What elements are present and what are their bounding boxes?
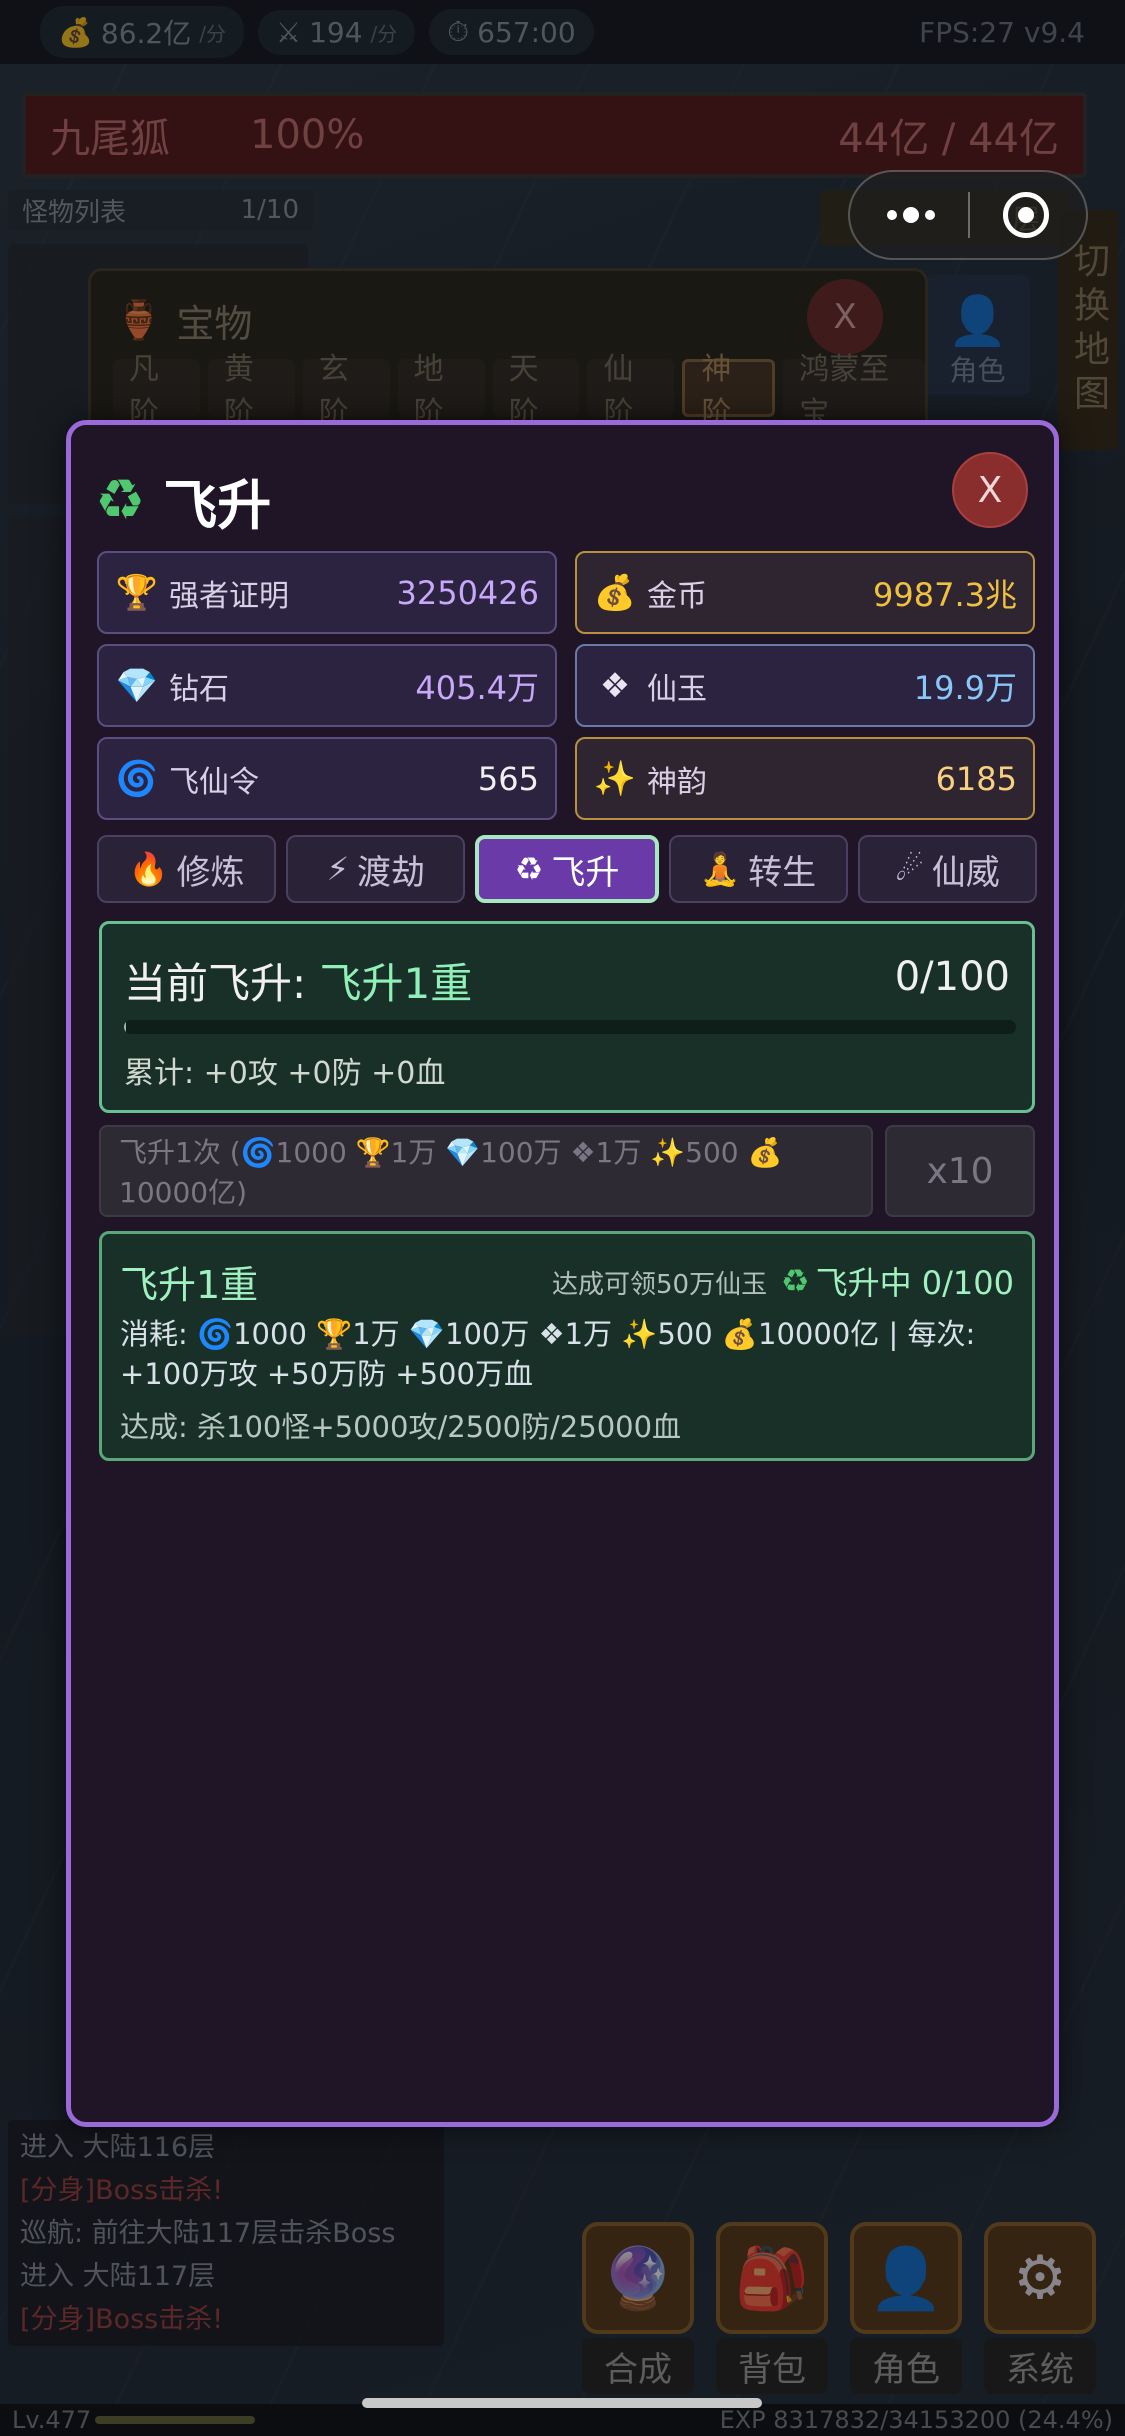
tab-immortal-might[interactable]: ☄ 仙威 bbox=[857, 835, 1038, 903]
recycle-icon: ♻ bbox=[514, 850, 544, 888]
resource-label: 强者证明 bbox=[169, 578, 289, 614]
resource-value: 3250426 bbox=[396, 573, 539, 612]
recycle-icon: ♻ bbox=[780, 1262, 810, 1300]
resource-label: 金币 bbox=[647, 578, 707, 614]
miniapp-capsule bbox=[848, 170, 1088, 260]
sparkle-icon: ✨ bbox=[593, 758, 637, 799]
ascend-once-label: 飞升1次 (🌀1000 🏆1万 💎100万 ❖1万 ✨500 💰10000亿) bbox=[119, 1136, 783, 1209]
current-ascension-heading: 当前飞升: 飞升1重 bbox=[124, 950, 472, 1011]
level-card-status-text: 飞升中 0/100 bbox=[815, 1264, 1014, 1302]
home-indicator bbox=[362, 2398, 762, 2408]
ascend-once-button[interactable]: 飞升1次 (🌀1000 🏆1万 💎100万 ❖1万 ✨500 💰10000亿) bbox=[99, 1125, 873, 1217]
level-card-title: 飞升1重 bbox=[120, 1263, 259, 1307]
trophy-icon: 🏆 bbox=[115, 572, 159, 613]
ascend-x10-button[interactable]: x10 bbox=[885, 1125, 1035, 1217]
resource-value: 6185 bbox=[935, 759, 1017, 798]
resource-card: ❖ 仙玉 19.9万 bbox=[575, 644, 1035, 727]
tab-label: 渡劫 bbox=[357, 852, 426, 893]
modal-header: ♻ 飞升 bbox=[95, 461, 271, 540]
capsule-divider bbox=[967, 192, 970, 238]
ascension-level-card: 飞升1重 达成可领50万仙玉 ♻ 飞升中 0/100 消耗: 🌀1000 🏆1万… bbox=[99, 1231, 1035, 1461]
tab-label: 修炼 bbox=[176, 852, 245, 893]
level-card-requirement: 达成: 杀100怪+5000攻/2500防/25000血 bbox=[120, 1410, 682, 1444]
resource-value: 9987.3兆 bbox=[873, 575, 1017, 614]
cultivation-tabs: 🔥 修炼 ⚡ 渡劫 ♻ 飞升 🧘 转生 ☄ 仙威 bbox=[97, 835, 1038, 903]
level-card-reward: 达成可领50万仙玉 bbox=[552, 1270, 768, 1300]
more-menu-icon[interactable] bbox=[886, 207, 935, 223]
fire-icon: 🔥 bbox=[128, 850, 169, 888]
tab-label: 仙威 bbox=[931, 852, 1000, 893]
close-label: X bbox=[977, 469, 1003, 511]
tab-label: 飞升 bbox=[551, 852, 620, 893]
money-bag-icon: 💰 bbox=[593, 572, 637, 613]
resource-label: 神韵 bbox=[647, 764, 707, 800]
current-ascension-level: 飞升1重 bbox=[319, 959, 473, 1008]
recycle-icon: ♻ bbox=[95, 468, 146, 533]
close-miniapp-icon[interactable] bbox=[1003, 192, 1050, 238]
tab-tribulation[interactable]: ⚡ 渡劫 bbox=[286, 835, 466, 903]
modal-close-button[interactable]: X bbox=[952, 452, 1028, 528]
tab-ascend[interactable]: ♻ 飞升 bbox=[475, 835, 659, 903]
resource-value: 19.9万 bbox=[913, 668, 1017, 707]
resource-label: 钻石 bbox=[169, 671, 229, 707]
level-card-status: ♻ 飞升中 0/100 bbox=[781, 1258, 1014, 1304]
jade-icon: ❖ bbox=[599, 665, 631, 706]
resource-card: ✨ 神韵 6185 bbox=[575, 737, 1035, 820]
comet-icon: ☄ bbox=[895, 850, 924, 888]
ascend-action-row: 飞升1次 (🌀1000 🏆1万 💎100万 ❖1万 ✨500 💰10000亿) … bbox=[99, 1125, 1035, 1217]
tab-rebirth[interactable]: 🧘 转生 bbox=[668, 835, 848, 903]
resource-card: 🌀 飞仙令 565 bbox=[97, 737, 557, 820]
ascension-modal: ♻ 飞升 X 🏆 强者证明 3250426 💰 金币 9987.3兆 💎 钻石 405.4万 ❖ 仙… bbox=[66, 420, 1059, 2127]
resource-value: 565 bbox=[477, 759, 539, 798]
modal-title: 飞升 bbox=[163, 474, 272, 537]
resource-label: 飞仙令 bbox=[169, 764, 259, 800]
progress-start-tick bbox=[124, 1020, 126, 1034]
resource-card: 🏆 强者证明 3250426 bbox=[97, 551, 557, 634]
diamond-icon: 💎 bbox=[115, 665, 159, 706]
tab-cultivate[interactable]: 🔥 修炼 bbox=[97, 835, 277, 903]
current-ascension-prefix: 当前飞升: bbox=[124, 959, 320, 1008]
current-ascension-progress: 0/100 bbox=[894, 954, 1010, 1000]
resource-grid: 🏆 强者证明 3250426 💰 金币 9987.3兆 💎 钻石 405.4万 ❖ 仙玉 19.9万 🌀… bbox=[97, 551, 1037, 820]
level-card-cost: 消耗: 🌀1000 🏆1万 💎100万 ❖1万 ✨500 💰10000亿 | 每… bbox=[120, 1317, 976, 1391]
resource-card: 💎 钻石 405.4万 bbox=[97, 644, 557, 727]
tab-label: 转生 bbox=[748, 852, 817, 893]
current-ascension-box: 当前飞升: 飞升1重 0/100 累计: +0攻 +0防 +0血 bbox=[99, 921, 1035, 1113]
meditation-icon: 🧘 bbox=[700, 850, 741, 888]
ascend-x10-label: x10 bbox=[926, 1150, 994, 1192]
resource-card: 💰 金币 9987.3兆 bbox=[575, 551, 1035, 634]
lightning-icon: ⚡ bbox=[326, 850, 350, 888]
resource-value: 405.4万 bbox=[415, 668, 539, 707]
ascension-total-bonus: 累计: +0攻 +0防 +0血 bbox=[124, 1056, 446, 1091]
resource-label: 仙玉 bbox=[647, 671, 707, 707]
ascension-progress-bar bbox=[124, 1020, 1016, 1034]
swirl-icon: 🌀 bbox=[115, 758, 159, 799]
